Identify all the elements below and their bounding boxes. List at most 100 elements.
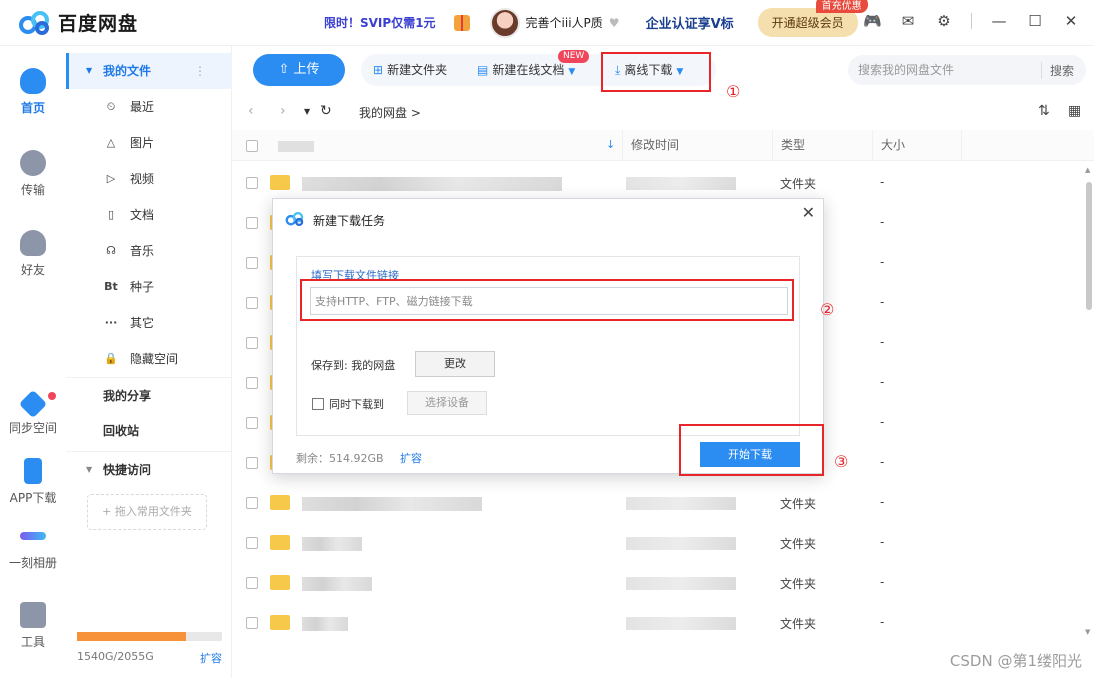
grid-view-icon[interactable]: ▦ — [1068, 103, 1081, 119]
sidebar-my-files-label: 我的文件 — [103, 64, 152, 78]
nav-album[interactable]: 一刻相册 — [0, 526, 66, 571]
header-type[interactable]: 类型 — [772, 130, 872, 161]
app-logo: 百度网盘 — [18, 9, 268, 36]
upload-button[interactable]: ⇧ 上传 — [253, 54, 345, 86]
table-row[interactable]: 文件夹 - — [232, 163, 1082, 203]
close-icon[interactable]: ✕ — [802, 203, 815, 222]
file-size: - — [880, 495, 885, 509]
row-checkbox[interactable] — [246, 177, 258, 189]
drop-zone[interactable]: + 拖入常用文件夹 — [87, 494, 207, 530]
sidebar-item-torrents[interactable]: Bt 种子 — [66, 269, 232, 305]
dialog-title: 新建下载任务 — [313, 214, 386, 228]
row-checkbox[interactable] — [246, 257, 258, 269]
file-size: - — [880, 255, 885, 269]
more-icon[interactable]: ⋮ — [194, 53, 206, 89]
nav-home-label: 首页 — [20, 101, 45, 115]
game-icon[interactable]: 🎮 — [863, 12, 882, 30]
annotation-three: ③ — [834, 452, 849, 471]
scroll-up-icon[interactable]: ▲ — [1085, 166, 1090, 174]
annotation-one: ① — [726, 82, 741, 101]
new-badge: NEW — [558, 50, 590, 63]
baidu-cloud-logo-icon — [18, 10, 52, 36]
row-checkbox[interactable] — [246, 217, 258, 229]
sidebar-item-my-share[interactable]: 我的分享 — [66, 377, 232, 413]
avatar[interactable] — [489, 7, 520, 38]
nav-tools[interactable]: 工具 — [0, 602, 66, 650]
vip-hot-badge: 首充优惠 — [815, 0, 868, 13]
file-name-blurred — [302, 177, 562, 191]
sidebar-item-other[interactable]: ··· 其它 — [66, 305, 232, 341]
sidebar-item-music[interactable]: ☊ 音乐 — [66, 233, 232, 269]
row-checkbox[interactable] — [246, 337, 258, 349]
scroll-down-icon[interactable]: ▼ — [1085, 628, 1090, 636]
row-checkbox[interactable] — [246, 617, 258, 629]
header-modified[interactable]: 修改时间 — [622, 130, 772, 161]
sync-download-checkbox[interactable] — [312, 398, 324, 410]
search-input[interactable] — [848, 55, 1038, 85]
new-folder-label: 新建文件夹 — [387, 63, 448, 77]
row-checkbox[interactable] — [246, 577, 258, 589]
row-checkbox[interactable] — [246, 417, 258, 429]
search-button[interactable]: 搜索 — [1040, 62, 1074, 79]
table-row[interactable]: 文件夹 - — [232, 563, 1082, 603]
close-icon[interactable]: ✕ — [1062, 12, 1080, 30]
forward-icon[interactable]: › — [280, 103, 286, 119]
nav-sync-space[interactable]: 同步空间 — [0, 389, 66, 436]
nav-album-label: 一刻相册 — [8, 556, 57, 570]
table-row[interactable]: 文件夹 - — [232, 523, 1082, 563]
sort-down-icon[interactable]: ↓ — [606, 138, 615, 151]
nav-transfer[interactable]: 传输 — [0, 150, 66, 198]
minimize-icon[interactable]: — — [990, 12, 1008, 30]
file-type: 文件夹 — [780, 177, 817, 191]
settings-icon[interactable]: ⚙ — [935, 12, 953, 30]
refresh-icon[interactable]: ↻ — [320, 103, 332, 119]
row-checkbox[interactable] — [246, 537, 258, 549]
file-size: - — [880, 375, 885, 389]
row-checkbox[interactable] — [246, 377, 258, 389]
table-row[interactable]: 文件夹 - — [232, 483, 1082, 523]
table-row[interactable]: 文件夹 - — [232, 603, 1082, 643]
sidebar-item-videos[interactable]: ▷ 视频 — [66, 161, 232, 197]
row-checkbox[interactable] — [246, 297, 258, 309]
file-name-blurred — [302, 577, 372, 591]
row-checkbox[interactable] — [246, 457, 258, 469]
change-button[interactable]: 更改 — [415, 351, 495, 377]
annotation-box-start-download — [679, 424, 824, 476]
breadcrumb-path[interactable]: 我的网盘 > — [359, 104, 421, 121]
sidebar-item-quick-access[interactable]: ▼ 快捷访问 — [66, 451, 232, 487]
sidebar-item-recent[interactable]: ⏲ 最近 — [66, 89, 232, 125]
sort-icon[interactable]: ⇅ — [1038, 103, 1050, 119]
nav-home[interactable]: 首页 — [0, 68, 66, 116]
sidebar-label: 我的分享 — [103, 389, 152, 403]
more-dots-icon: ··· — [104, 316, 118, 329]
transfer-icon — [20, 150, 46, 176]
row-checkbox[interactable] — [246, 497, 258, 509]
sidebar-item-images[interactable]: △ 图片 — [66, 125, 232, 161]
expand-link[interactable]: 扩容 — [400, 450, 422, 466]
maximize-icon[interactable]: ☐ — [1026, 12, 1044, 30]
remaining-space: 剩余：514.92GB — [296, 452, 384, 465]
sidebar-item-my-files[interactable]: ▼ 我的文件 ⋮ — [66, 53, 232, 89]
sidebar-item-recycle[interactable]: 回收站 — [66, 413, 232, 449]
select-all-checkbox[interactable] — [246, 140, 258, 152]
sidebar-item-hidden-space[interactable]: 🔒 隐藏空间 — [66, 341, 232, 377]
nav-friends[interactable]: 好友 — [0, 230, 66, 278]
vip-heart-icon: ♥ — [608, 15, 620, 30]
select-device-button[interactable]: 选择设备 — [407, 391, 487, 415]
vip-button[interactable]: 开通超级会员 首充优惠 — [757, 0, 868, 37]
enterprise-cert-link[interactable]: 企业认证享V标 — [646, 13, 734, 32]
gift-icon[interactable] — [453, 14, 470, 31]
mail-icon[interactable]: ✉ — [899, 12, 917, 30]
scrollbar[interactable]: ▲ ▼ — [1084, 164, 1094, 642]
sidebar-item-docs[interactable]: ▯ 文档 — [66, 197, 232, 233]
quota-expand-link[interactable]: 扩容 — [200, 650, 222, 666]
new-folder-button[interactable]: ⊞ 新建文件夹 — [373, 54, 447, 86]
header-size[interactable]: 大小 — [872, 130, 962, 161]
breadcrumb-root: 我的网盘 — [359, 106, 408, 120]
svip-promo-link[interactable]: 限时！SVIP仅需1元 — [324, 14, 436, 31]
back-icon[interactable]: ‹ — [248, 103, 254, 119]
nav-app-download[interactable]: APP下载 — [0, 458, 66, 506]
history-dropdown-icon[interactable]: ▼ — [304, 107, 310, 116]
scrollbar-thumb[interactable] — [1086, 182, 1092, 310]
username[interactable]: 完善个iii人P质 — [526, 14, 603, 31]
